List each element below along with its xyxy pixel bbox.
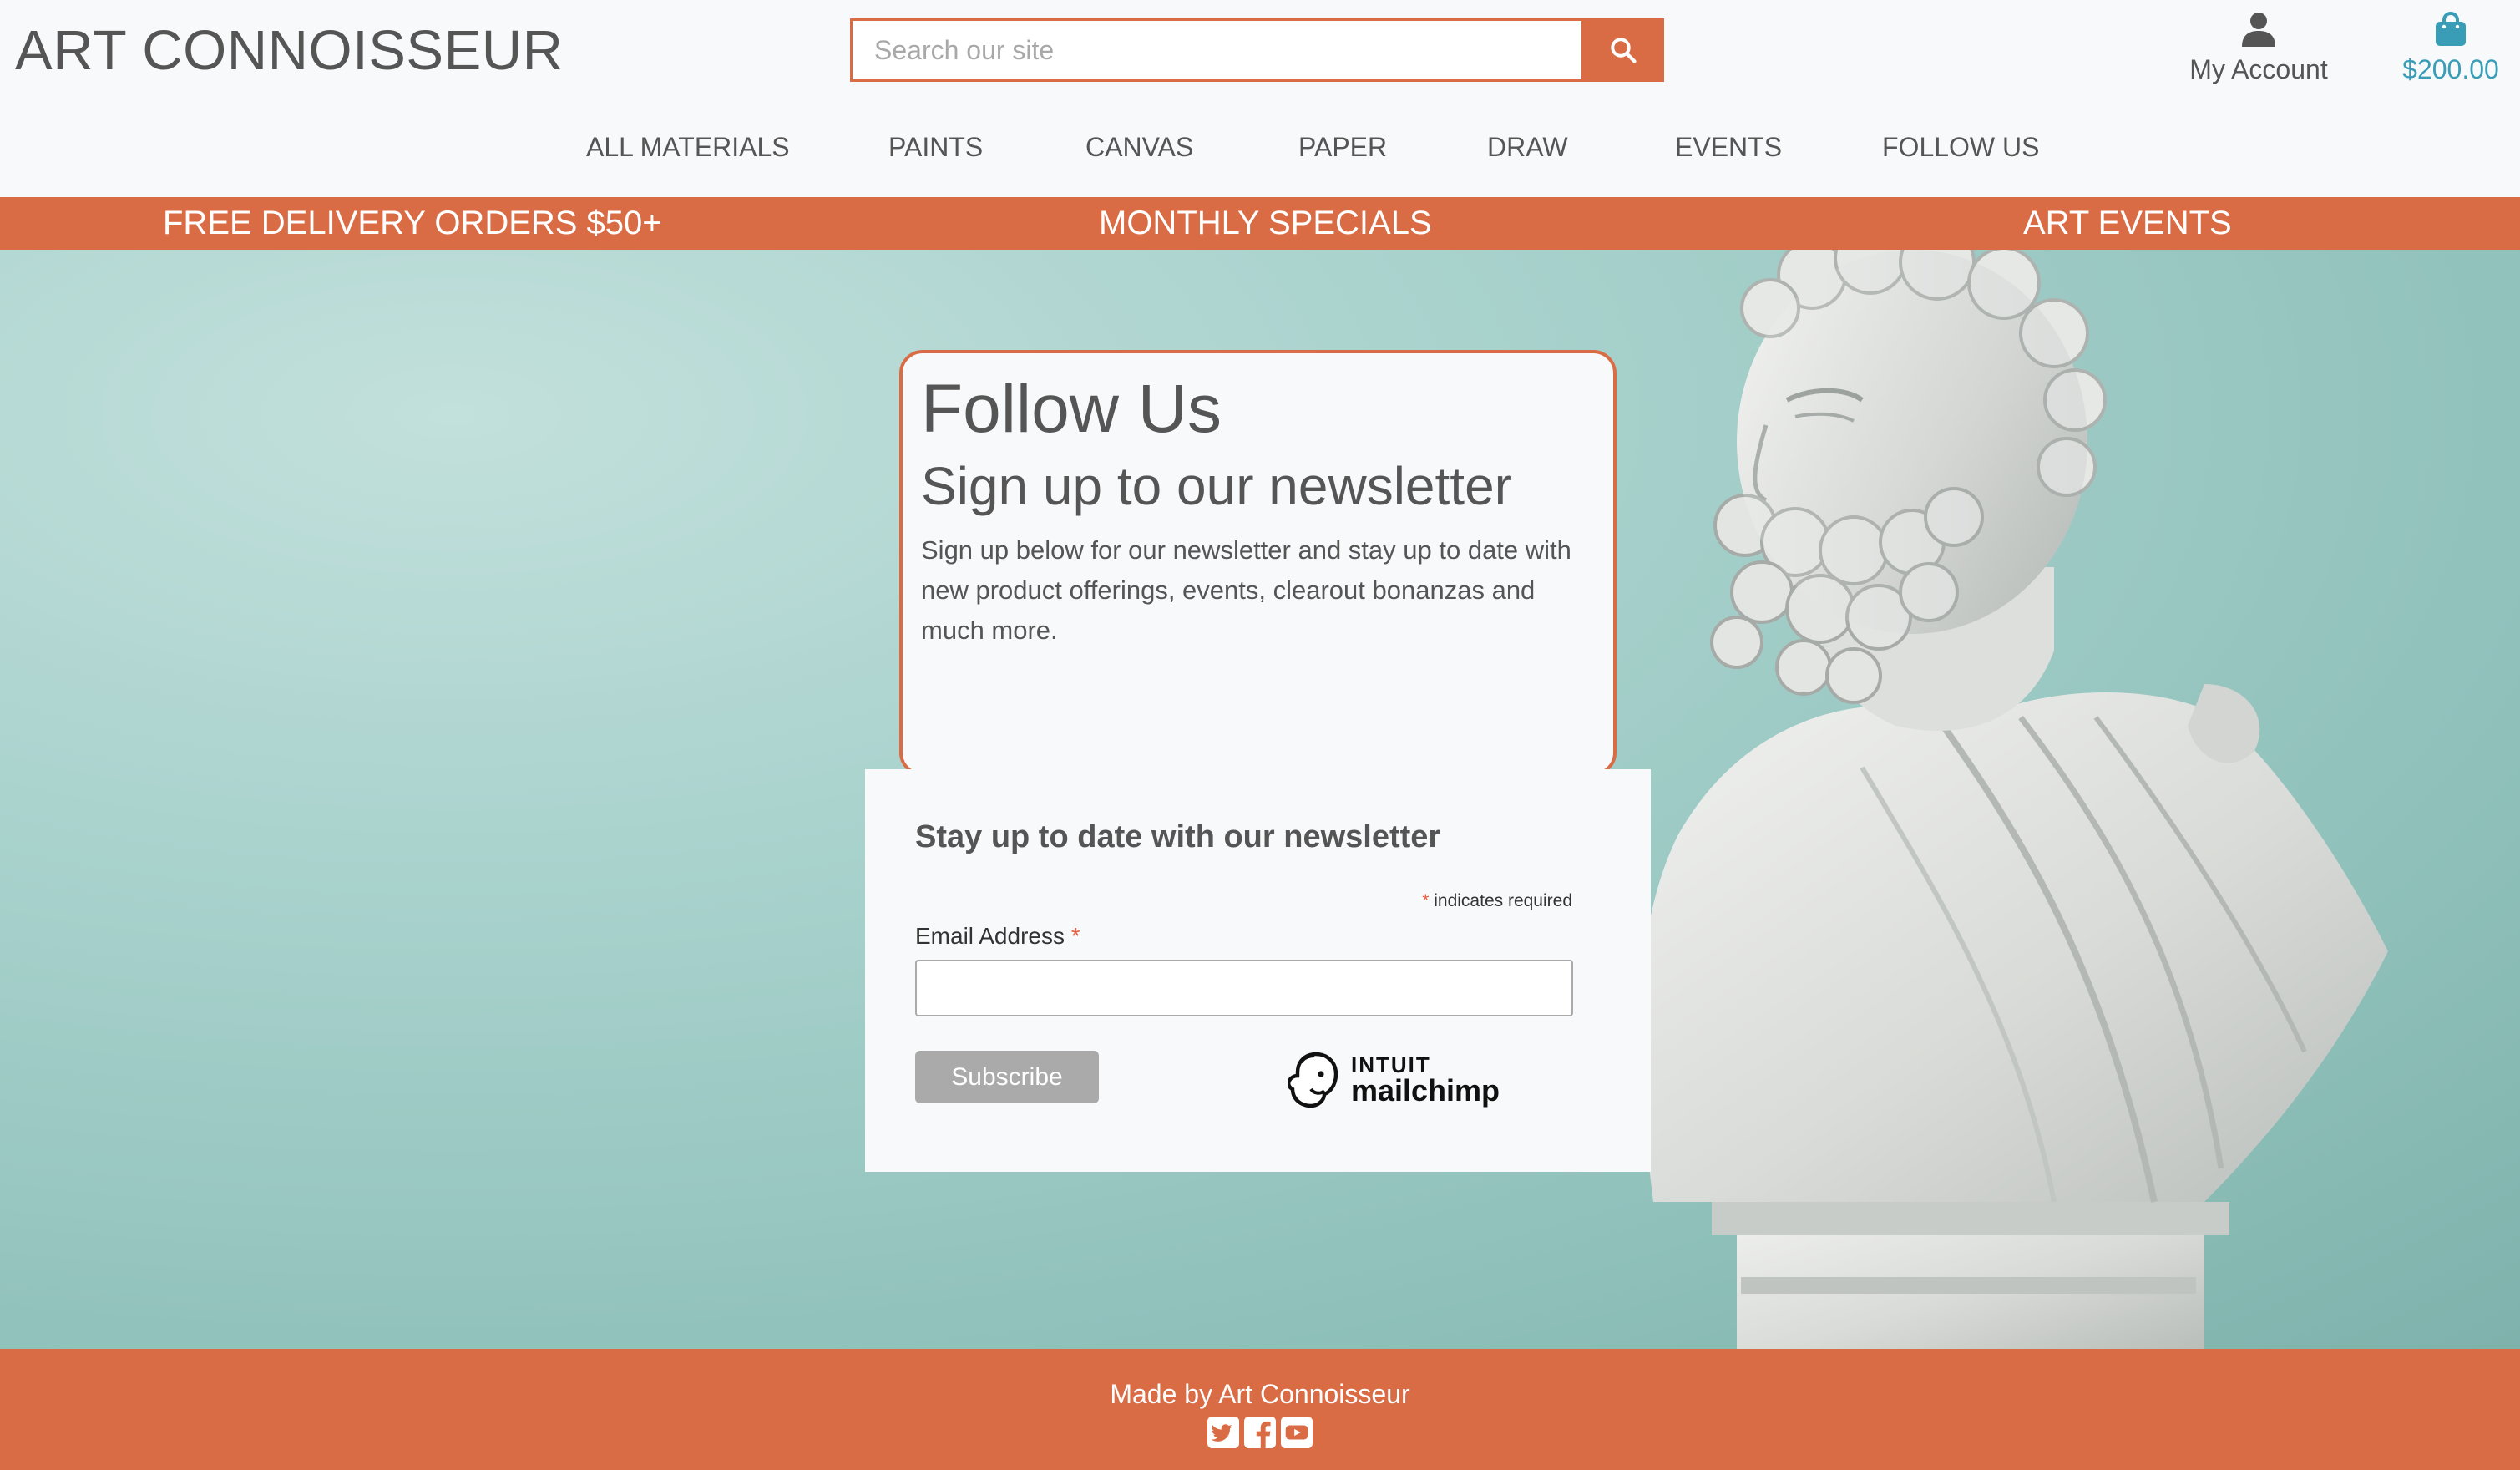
site-logo[interactable]: ART CONNOISSEUR [15,18,564,83]
page-title: Follow Us [921,371,1222,447]
promo-art-events[interactable]: ART EVENTS [2023,205,2232,242]
nav-follow-us[interactable]: FOLLOW US [1882,132,2039,163]
user-icon [2242,13,2275,47]
shopping-bag-icon [2436,12,2466,46]
my-account-link[interactable]: My Account [2171,12,2346,85]
required-note-text: indicates required [1434,891,1572,910]
promo-bar: FREE DELIVERY ORDERS $50+ MONTHLY SPECIA… [0,197,2520,250]
email-label: Email Address * [915,923,1080,950]
email-label-text: Email Address [915,923,1065,949]
twitter-icon[interactable] [1207,1417,1239,1448]
bag-total: $200.00 [2402,54,2499,84]
newsletter-heading: Sign up to our newsletter [921,456,1512,517]
marble-bust-image [1640,250,2388,1349]
search-button[interactable] [1581,18,1664,82]
mailchimp-wordmark: INTUIT mailchimp [1351,1054,1500,1106]
required-asterisk: * [1422,891,1430,910]
search-input[interactable] [850,18,1581,82]
nav-draw[interactable]: DRAW [1487,132,1568,163]
subscribe-button[interactable]: Subscribe [915,1051,1099,1103]
mailchimp-signup-form: Stay up to date with our newsletter * in… [865,769,1651,1172]
signup-form-title: Stay up to date with our newsletter [915,819,1441,854]
newsletter-description: Sign up below for our newsletter and sta… [921,535,1571,646]
nav-paper[interactable]: PAPER [1298,132,1387,163]
main-navigation: ALL MATERIALS PAINTS CANVAS PAPER DRAW E… [0,132,2520,170]
nav-all-materials[interactable]: ALL MATERIALS [586,132,790,163]
search-form [850,18,1664,82]
promo-free-delivery[interactable]: FREE DELIVERY ORDERS $50+ [163,205,662,242]
follow-us-card: Follow Us Sign up to our newsletter Sign… [899,350,1617,776]
mailchimp-freddie-icon [1288,1052,1338,1108]
nav-canvas[interactable]: CANVAS [1085,132,1193,163]
required-note: * indicates required [1422,891,1572,911]
mailchimp-logo[interactable]: INTUIT mailchimp [1288,1051,1505,1109]
youtube-icon[interactable] [1281,1417,1313,1448]
email-required-asterisk: * [1070,923,1080,949]
site-footer: Made by Art Connoisseur [0,1349,2520,1470]
facebook-icon[interactable] [1244,1417,1276,1448]
nav-events[interactable]: EVENTS [1675,132,1782,163]
footer-credit: Made by Art Connoisseur [1110,1379,1410,1409]
shopping-bag-link[interactable]: $200.00 [2388,12,2513,85]
nav-paints[interactable]: PAINTS [888,132,983,163]
email-field[interactable] [915,960,1573,1016]
site-header: ART CONNOISSEUR My Account $200.00 ALL M… [0,0,2520,197]
my-account-label: My Account [2189,54,2328,84]
mailchimp-brand-main: mailchimp [1351,1073,1500,1108]
search-icon [1610,38,1637,63]
promo-monthly-specials[interactable]: MONTHLY SPECIALS [1099,205,1432,242]
social-links [0,1417,2520,1448]
